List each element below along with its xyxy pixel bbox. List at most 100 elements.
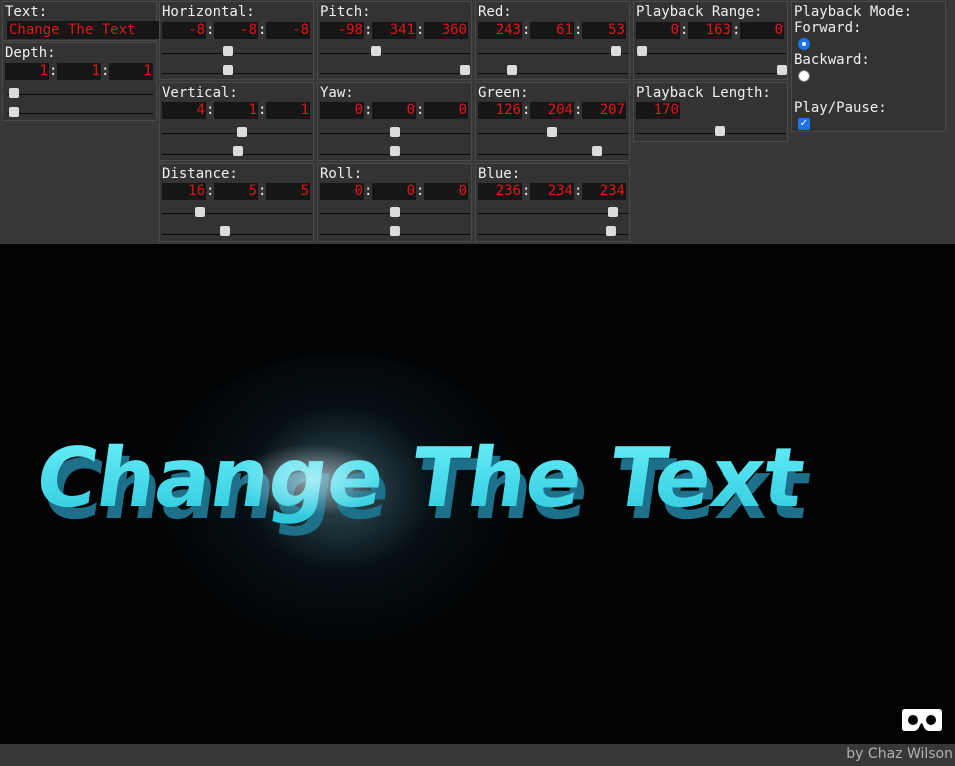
depth-slider-1-thumb[interactable]: [9, 88, 19, 98]
blue-label: Blue:: [478, 166, 521, 182]
vertical-slider-2-thumb[interactable]: [233, 146, 243, 156]
scene-highlight: [210, 414, 450, 534]
separator: :: [206, 183, 215, 199]
horizontal-slider-2-thumb[interactable]: [223, 65, 233, 75]
roll-value-1[interactable]: 0: [320, 183, 364, 200]
blue-value-2[interactable]: 234: [530, 183, 574, 200]
text-label: Text:: [5, 4, 48, 20]
vertical-value-2[interactable]: 1: [214, 102, 258, 119]
pitch-slider-1-thumb[interactable]: [371, 46, 381, 56]
yaw-slider-1-thumb[interactable]: [390, 127, 400, 137]
playback-mode-label: Playback Mode:: [794, 4, 913, 20]
vertical-slider-1-thumb[interactable]: [237, 127, 247, 137]
playback-range-slider-2-thumb[interactable]: [777, 65, 787, 75]
pitch-slider-2-thumb[interactable]: [460, 65, 470, 75]
depth-value-2[interactable]: 1: [57, 63, 101, 80]
yaw-slider-2-thumb[interactable]: [390, 146, 400, 156]
playback-range-value-1[interactable]: 0: [636, 22, 680, 39]
vertical-value-1[interactable]: 4: [162, 102, 206, 119]
roll-value-3[interactable]: 0: [424, 183, 468, 200]
distance-slider-2-thumb[interactable]: [220, 226, 230, 236]
playback-length-slider-thumb[interactable]: [715, 126, 725, 136]
scene-canvas[interactable]: Change The Text Change The Text: [0, 244, 955, 744]
forward-radio[interactable]: [798, 38, 810, 50]
pitch-value-2[interactable]: 341: [372, 22, 416, 39]
vr-headset-icon[interactable]: [901, 707, 943, 733]
roll-slider-1-thumb[interactable]: [390, 207, 400, 217]
depth-group: Depth: 1 : 1 : 1: [2, 42, 157, 121]
yaw-group: Yaw: 0 : 0 : 0: [317, 82, 472, 161]
green-slider-2[interactable]: [478, 154, 628, 155]
depth-slider-1[interactable]: [7, 94, 153, 95]
blue-slider-1-thumb[interactable]: [608, 207, 618, 217]
blue-value-3[interactable]: 234: [582, 183, 626, 200]
blue-slider-2-thumb[interactable]: [606, 226, 616, 236]
separator: :: [416, 183, 425, 199]
blue-slider-1[interactable]: [478, 213, 628, 214]
horizontal-value-3[interactable]: -8: [266, 22, 310, 39]
green-value-3[interactable]: 207: [582, 102, 626, 119]
green-value-1[interactable]: 126: [478, 102, 522, 119]
separator: :: [522, 22, 531, 38]
separator: :: [732, 22, 741, 38]
green-slider-2-thumb[interactable]: [592, 146, 602, 156]
playback-length-group: Playback Length: 170: [633, 82, 788, 142]
yaw-value-1[interactable]: 0: [320, 102, 364, 119]
horizontal-slider-1[interactable]: [162, 53, 312, 54]
red-slider-2-thumb[interactable]: [507, 65, 517, 75]
red-slider-2[interactable]: [478, 73, 628, 74]
depth-value-1[interactable]: 1: [5, 63, 49, 80]
roll-group: Roll: 0 : 0 : 0: [317, 163, 472, 242]
red-value-2[interactable]: 61: [530, 22, 574, 39]
separator: :: [258, 102, 267, 118]
red-slider-1[interactable]: [478, 53, 628, 54]
playback-range-value-2[interactable]: 163: [688, 22, 732, 39]
green-slider-1-thumb[interactable]: [547, 127, 557, 137]
horizontal-value-2[interactable]: -8: [214, 22, 258, 39]
playback-range-value-3[interactable]: 0: [740, 22, 784, 39]
distance-slider-2[interactable]: [162, 234, 312, 235]
red-value-3[interactable]: 53: [582, 22, 626, 39]
horizontal-value-1[interactable]: -8: [162, 22, 206, 39]
depth-slider-2[interactable]: [7, 113, 153, 114]
playback-range-slider-1-thumb[interactable]: [637, 46, 647, 56]
play-pause-checkbox[interactable]: ✓: [798, 118, 810, 130]
pitch-group: Pitch: -98 : 341 : 360: [317, 1, 472, 80]
yaw-value-3[interactable]: 0: [424, 102, 468, 119]
distance-slider-1[interactable]: [162, 213, 312, 214]
distance-slider-1-thumb[interactable]: [195, 207, 205, 217]
red-value-1[interactable]: 243: [478, 22, 522, 39]
separator: :: [364, 22, 373, 38]
separator: :: [416, 22, 425, 38]
distance-value-3[interactable]: 5: [266, 183, 310, 200]
vertical-value-3[interactable]: 1: [266, 102, 310, 119]
pitch-value-1[interactable]: -98: [320, 22, 364, 39]
text-input[interactable]: Change The Text: [7, 21, 159, 39]
author-credit: by Chaz Wilson: [846, 746, 953, 762]
green-value-2[interactable]: 204: [530, 102, 574, 119]
roll-label: Roll:: [320, 166, 363, 182]
horizontal-slider-1-thumb[interactable]: [223, 46, 233, 56]
distance-value-1[interactable]: 16: [162, 183, 206, 200]
playback-length-value[interactable]: 170: [636, 102, 680, 119]
backward-radio[interactable]: [798, 70, 810, 82]
pitch-label: Pitch:: [320, 4, 371, 20]
red-slider-1-thumb[interactable]: [611, 46, 621, 56]
horizontal-group: Horizontal: -8 : -8 : -8: [159, 1, 314, 80]
roll-slider-2-thumb[interactable]: [390, 226, 400, 236]
roll-value-2[interactable]: 0: [372, 183, 416, 200]
separator: :: [364, 183, 373, 199]
separator: :: [574, 22, 583, 38]
yaw-value-2[interactable]: 0: [372, 102, 416, 119]
horizontal-slider-2[interactable]: [162, 73, 312, 74]
playback-range-slider-1[interactable]: [636, 53, 786, 54]
depth-value-3[interactable]: 1: [109, 63, 153, 80]
pitch-slider-1[interactable]: [320, 53, 470, 54]
pitch-slider-2[interactable]: [320, 73, 470, 74]
playback-length-slider[interactable]: [636, 133, 786, 134]
depth-slider-2-thumb[interactable]: [9, 107, 19, 117]
playback-range-slider-2[interactable]: [636, 73, 786, 74]
distance-value-2[interactable]: 5: [214, 183, 258, 200]
blue-value-1[interactable]: 236: [478, 183, 522, 200]
pitch-value-3[interactable]: 360: [424, 22, 468, 39]
